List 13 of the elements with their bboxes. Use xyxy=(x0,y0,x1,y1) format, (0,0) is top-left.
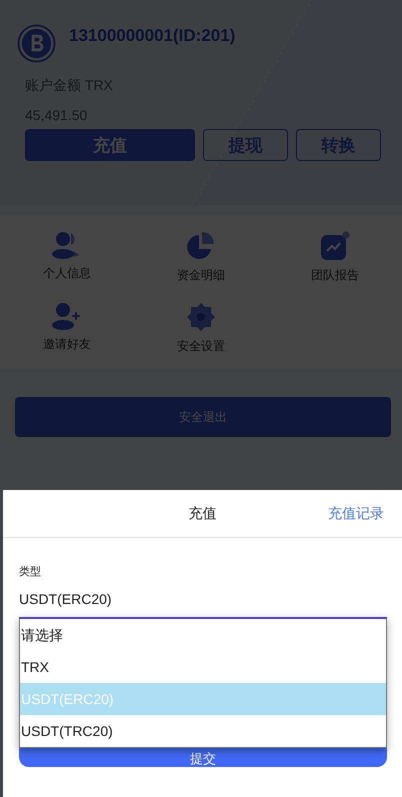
dropdown-option[interactable]: TRX xyxy=(20,651,386,683)
menu-item-label[interactable]: 邀请好友 xyxy=(43,336,91,353)
menu-item-label[interactable]: 资金明细 xyxy=(177,267,225,284)
dropdown-option[interactable]: USDT(ERC20) xyxy=(20,683,386,715)
sheet-title: 充值 xyxy=(188,504,216,522)
dropdown-option[interactable]: 请选择 xyxy=(20,619,386,651)
field-label: 类型 xyxy=(19,565,42,579)
menu-item-label[interactable]: 团队报告 xyxy=(311,267,359,284)
type-select[interactable]: USDT(ERC20) xyxy=(19,591,387,607)
dropdown-option[interactable]: USDT(TRC20) xyxy=(20,715,386,747)
menu-item-label[interactable]: 安全设置 xyxy=(177,338,225,355)
menu-item-label[interactable]: 个人信息 xyxy=(43,265,91,282)
history-link[interactable]: 充值记录 xyxy=(328,504,384,522)
